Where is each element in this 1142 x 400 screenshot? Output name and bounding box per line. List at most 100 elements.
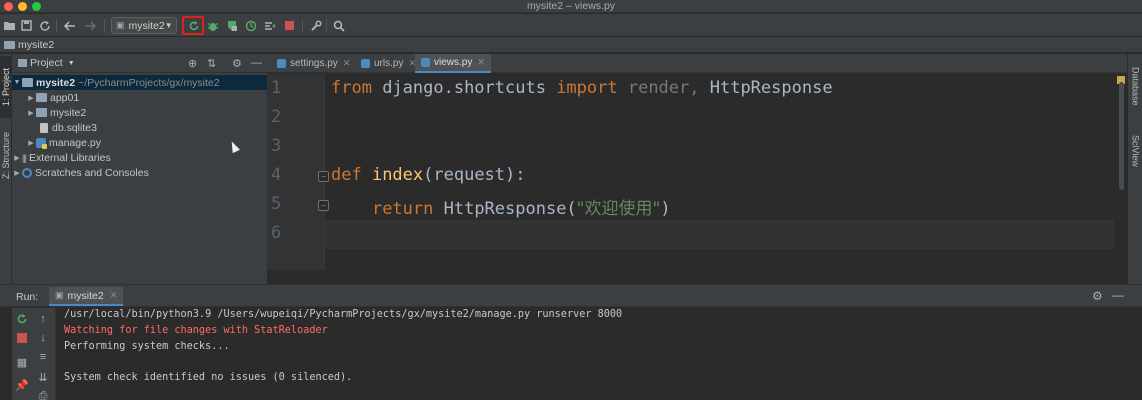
collapsed-arrow-icon[interactable]: ▶	[12, 154, 22, 162]
scrollbar-thumb[interactable]	[1119, 82, 1124, 190]
gear-icon[interactable]: ⚙	[232, 57, 242, 70]
close-icon[interactable]: ✕	[343, 58, 351, 69]
scroll-up-icon[interactable]: ↑	[36, 312, 50, 326]
concurrency-icon[interactable]	[262, 18, 277, 33]
tree-item-external-libraries[interactable]: ▶ ||| External Libraries	[12, 150, 267, 165]
tab-views-py[interactable]: views.py ✕	[415, 54, 491, 73]
chevron-down-icon[interactable]: ▼	[68, 60, 75, 67]
coverage-icon[interactable]	[224, 18, 239, 33]
code-keyword: import	[556, 78, 618, 98]
code-string: "欢迎使用"	[576, 199, 661, 219]
tab-project-tool[interactable]: 1: Project	[0, 56, 12, 118]
forward-arrow-icon[interactable]	[82, 18, 97, 33]
python-file-icon	[361, 59, 370, 68]
code-unused-import: render,	[617, 78, 700, 98]
code-line-4: def index(request):	[331, 165, 526, 185]
stop-icon[interactable]	[282, 18, 297, 33]
title-bar: mysite2 – views.py	[0, 0, 1142, 13]
code-function-name: index	[361, 165, 424, 185]
line-number-gutter: 1 2 3 4 5 6 − −	[267, 74, 329, 270]
folder-icon	[4, 41, 15, 49]
tab-sciview-tool[interactable]: SciView	[1128, 126, 1142, 176]
wrench-icon[interactable]	[308, 18, 323, 33]
folder-icon	[36, 108, 47, 117]
project-view-icon	[18, 59, 27, 67]
tree-item-db-sqlite3[interactable]: db.sqlite3	[12, 120, 267, 135]
layout-icon[interactable]: ▦	[15, 355, 29, 369]
run-panel-label: Run:	[16, 291, 39, 303]
collapsed-arrow-icon[interactable]: ▶	[26, 139, 36, 147]
run-tab-mysite2[interactable]: ▣ mysite2 ✕	[49, 287, 124, 306]
collapse-all-icon[interactable]: ⇅	[207, 57, 216, 70]
close-icon[interactable]: ✕	[477, 57, 485, 68]
toolbar-separator	[326, 19, 327, 32]
debug-icon[interactable]	[205, 18, 220, 33]
close-icon[interactable]: ✕	[110, 290, 118, 301]
fold-toggle-icon[interactable]: −	[318, 200, 329, 211]
project-panel-header: Project ▼ ⊕ ⇅ ⚙ —	[12, 54, 267, 73]
collapsed-arrow-icon[interactable]: ▶	[26, 94, 36, 102]
scroll-to-end-icon[interactable]: ⇊	[36, 370, 50, 384]
tree-item-root[interactable]: ▼ mysite2 ~/PycharmProjects/gx/mysite2	[12, 75, 267, 90]
tab-urls-py[interactable]: urls.py ✕	[355, 54, 422, 73]
search-icon[interactable]	[331, 18, 346, 33]
tab-settings-py[interactable]: settings.py ✕	[271, 54, 356, 73]
line-number: 2	[271, 107, 282, 127]
rerun-icon[interactable]	[15, 312, 29, 326]
locate-icon[interactable]: ⊕	[188, 57, 197, 70]
code-editor[interactable]: 1 2 3 4 5 6 − − from django.shortcuts im…	[267, 74, 1127, 284]
project-panel: Project ▼ ⊕ ⇅ ⚙ — ▼ mysite2 ~/PycharmPro…	[12, 54, 267, 284]
hide-panel-icon[interactable]: —	[251, 57, 262, 69]
toolbar-separator	[104, 19, 105, 32]
left-tool-stripe: 1: Project Z: Structure	[0, 54, 12, 284]
tab-structure-tool[interactable]: Z: Structure	[0, 124, 12, 186]
code-keyword: return	[371, 199, 434, 219]
profile-icon[interactable]	[243, 18, 258, 33]
tab-database-tool[interactable]: Database	[1128, 58, 1142, 114]
line-number: 4	[271, 165, 282, 185]
run-tab-label: mysite2	[67, 289, 104, 302]
gear-icon[interactable]: ⚙	[1092, 289, 1103, 303]
code-text: (request):	[423, 165, 526, 185]
python-file-icon	[36, 137, 47, 149]
current-line-highlight	[325, 220, 1114, 249]
window-title: mysite2 – views.py	[526, 0, 616, 12]
tab-label: settings.py	[290, 58, 338, 69]
rerun-icon[interactable]	[186, 18, 201, 33]
editor-scrollbar[interactable]	[1115, 74, 1127, 270]
sync-icon[interactable]	[37, 18, 52, 33]
save-icon[interactable]	[19, 18, 34, 33]
folder-icon	[36, 93, 47, 102]
folder-icon	[22, 78, 33, 87]
code-line-1: from django.shortcuts import render, Htt…	[331, 78, 833, 98]
tree-item-mysite2-package[interactable]: ▶ mysite2	[12, 105, 267, 120]
stop-icon[interactable]	[15, 331, 29, 345]
tree-item-scratches[interactable]: ▶ Scratches and Consoles	[12, 165, 267, 180]
project-view-select[interactable]: Project	[30, 57, 63, 69]
hide-panel-icon[interactable]: —	[1112, 288, 1124, 302]
scroll-down-icon[interactable]: ↓	[36, 331, 50, 345]
toolbar-separator	[302, 19, 303, 32]
console-line: /usr/local/bin/python3.9 /Users/wupeiqi/…	[64, 309, 623, 320]
run-side-toolbar: ↑ ↓ ≡ ▦ ⇊ 📌 ⎙	[12, 308, 56, 400]
collapsed-arrow-icon[interactable]: ▶	[26, 109, 36, 117]
python-config-icon: ▣	[55, 290, 64, 300]
code-line-5: return HttpResponse("欢迎使用")	[331, 194, 671, 219]
console-line: Performing system checks...	[64, 341, 230, 352]
tab-label: urls.py	[374, 58, 404, 69]
expanded-arrow-icon[interactable]: ▼	[12, 79, 22, 86]
back-arrow-icon[interactable]	[62, 18, 77, 33]
collapsed-arrow-icon[interactable]: ▶	[12, 169, 22, 177]
editor-tab-bar: settings.py ✕ urls.py ✕ views.py ✕	[267, 54, 1127, 73]
soft-wrap-icon[interactable]: ≡	[36, 350, 50, 364]
line-number: 6	[271, 223, 282, 243]
pin-icon[interactable]: 📌	[15, 378, 29, 392]
line-number: 3	[271, 136, 282, 156]
run-configuration-select[interactable]: ▣ mysite2 ▼	[111, 17, 177, 34]
fold-toggle-icon[interactable]: −	[318, 171, 329, 182]
print-icon[interactable]: ⎙	[36, 389, 50, 400]
open-folder-icon[interactable]	[2, 18, 17, 33]
breadcrumb-project[interactable]: mysite2	[18, 37, 54, 53]
tree-item-app01[interactable]: ▶ app01	[12, 90, 267, 105]
